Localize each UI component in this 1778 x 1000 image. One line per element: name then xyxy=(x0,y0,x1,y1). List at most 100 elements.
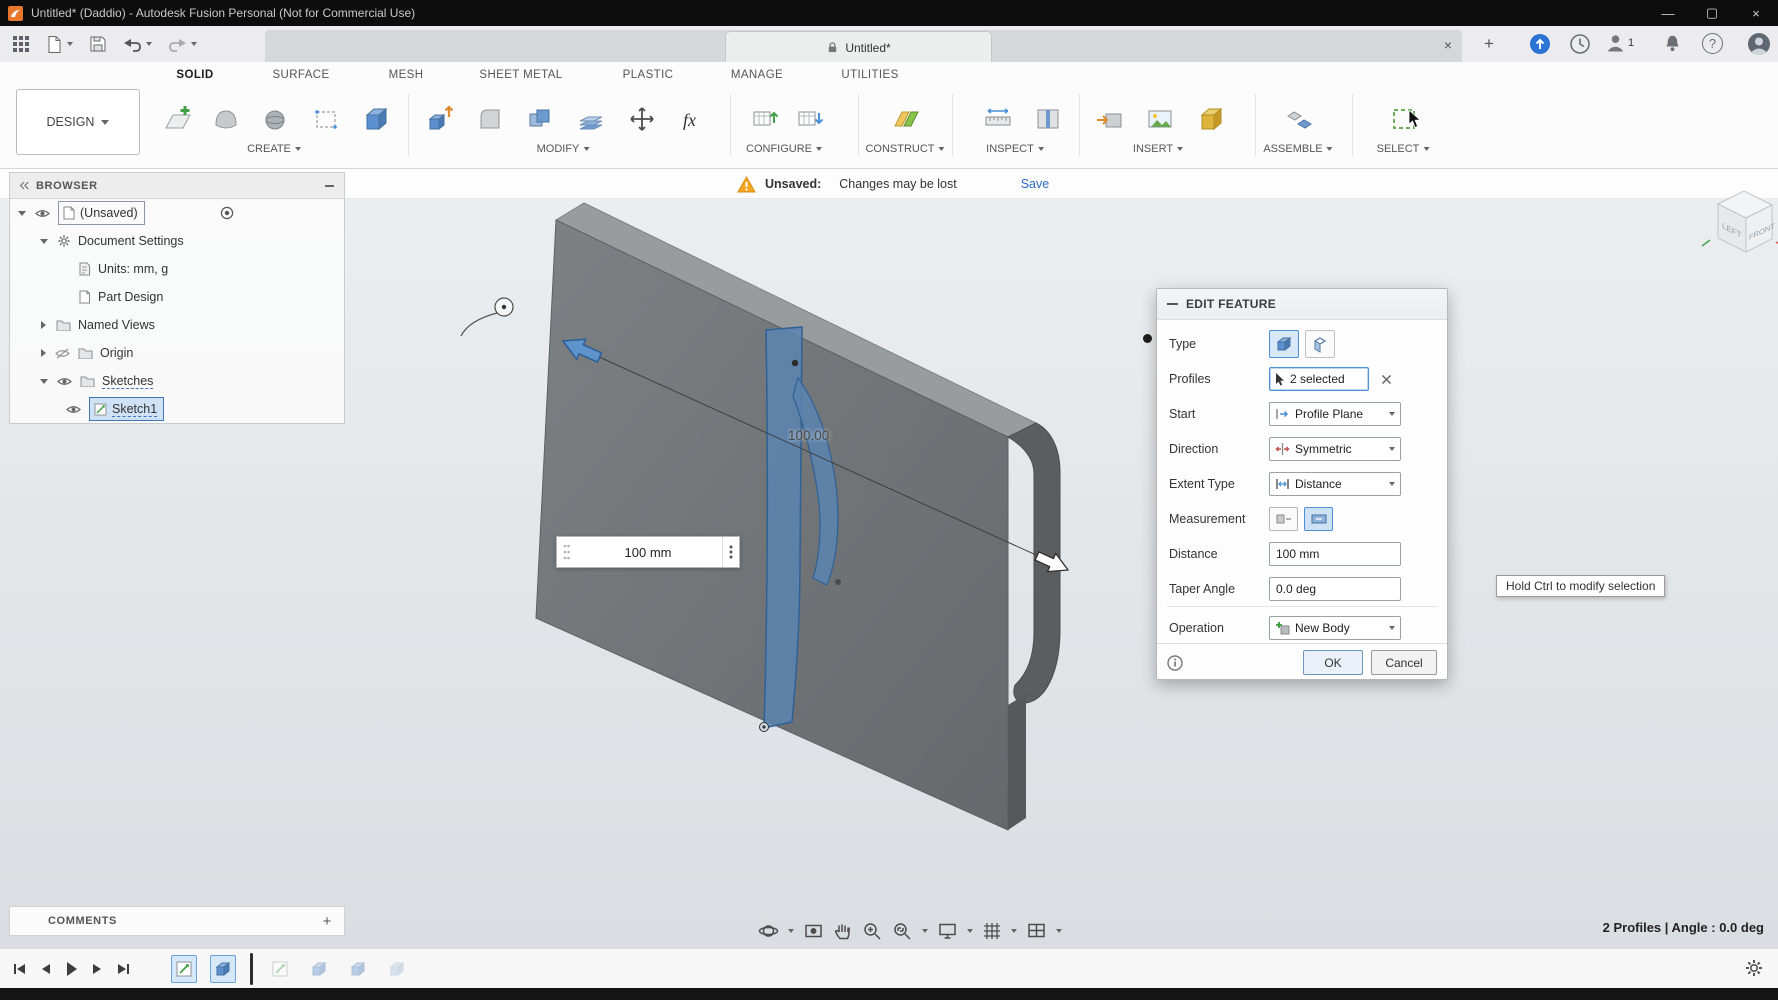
timeline-item-sketch2[interactable] xyxy=(267,955,293,983)
profiles-selection-field[interactable]: 2 selected xyxy=(1269,367,1369,391)
create-sketch-button[interactable] xyxy=(157,98,199,140)
timeline-settings-gear-icon[interactable] xyxy=(1744,958,1764,978)
browser-row-doc-settings[interactable]: Document Settings xyxy=(10,227,344,255)
maximize-button[interactable]: ▢ xyxy=(1690,0,1734,26)
visibility-eye-icon[interactable] xyxy=(57,376,72,387)
browser-row-origin[interactable]: Origin xyxy=(10,339,344,367)
drag-grip-icon[interactable] xyxy=(557,544,574,560)
ok-button[interactable]: OK xyxy=(1303,650,1363,675)
inspect-group-label[interactable]: INSPECT xyxy=(986,143,1044,155)
distance-input[interactable] xyxy=(1269,542,1401,566)
create-derive-button[interactable] xyxy=(305,98,347,140)
tab-plastic[interactable]: PLASTIC xyxy=(623,69,674,81)
configure-table-button[interactable] xyxy=(745,98,787,140)
look-at-tool-icon[interactable] xyxy=(803,921,824,941)
fit-tool-icon[interactable] xyxy=(892,921,913,942)
measurement-whole-button[interactable] xyxy=(1304,507,1333,531)
comments-bar[interactable]: COMMENTS + xyxy=(9,906,345,936)
display-settings-icon[interactable] xyxy=(937,921,958,941)
browser-row-part-design[interactable]: Part Design xyxy=(10,283,344,311)
extensions-icon[interactable] xyxy=(1569,33,1591,55)
expand-icon[interactable] xyxy=(40,239,48,244)
help-icon[interactable]: ? xyxy=(1702,33,1723,54)
tab-manage[interactable]: MANAGE xyxy=(731,69,783,81)
timeline-end-button[interactable] xyxy=(116,962,131,976)
collapse-icon[interactable] xyxy=(41,349,46,357)
construct-group-label[interactable]: CONSTRUCT xyxy=(865,143,944,155)
tab-utilities[interactable]: UTILITIES xyxy=(841,69,898,81)
document-node[interactable]: (Unsaved) xyxy=(58,201,145,225)
shell-button[interactable] xyxy=(570,98,612,140)
timeline-position-marker[interactable] xyxy=(250,953,253,985)
new-tab-button[interactable]: + xyxy=(1484,34,1494,54)
collapse-panel-icon[interactable] xyxy=(18,180,30,191)
insert-mcmaster-button[interactable] xyxy=(1190,98,1232,140)
document-tab[interactable]: Untitled* xyxy=(725,31,992,63)
visibility-eye-icon[interactable] xyxy=(66,404,81,415)
insert-derive-button[interactable] xyxy=(1089,98,1131,140)
visibility-eye-off-icon[interactable] xyxy=(55,348,70,359)
type-thin-button[interactable] xyxy=(1305,330,1335,358)
dialog-header[interactable]: EDIT FEATURE xyxy=(1157,289,1447,320)
fillet-button[interactable] xyxy=(469,98,511,140)
tab-sheet-metal[interactable]: SHEET METAL xyxy=(479,69,562,81)
timeline-play-button[interactable] xyxy=(65,961,78,977)
bell-icon[interactable] xyxy=(1663,34,1682,53)
clear-selection-icon[interactable] xyxy=(1381,374,1392,385)
direction-dropdown[interactable]: Symmetric xyxy=(1269,437,1401,461)
orbit-caret-icon[interactable] xyxy=(788,929,794,933)
assemble-group-label[interactable]: ASSEMBLE xyxy=(1263,143,1332,155)
info-icon[interactable] xyxy=(1167,655,1183,671)
extent-type-dropdown[interactable]: Distance xyxy=(1269,472,1401,496)
notifications-user-icon[interactable]: 1 xyxy=(1606,33,1634,52)
tab-solid[interactable]: SOLID xyxy=(176,69,213,81)
browser-row-sketch1[interactable]: Sketch1 xyxy=(10,395,344,423)
pan-tool-icon[interactable] xyxy=(833,921,853,941)
measurement-half-button[interactable] xyxy=(1269,507,1298,531)
select-group-label[interactable]: SELECT xyxy=(1377,143,1430,155)
minimize-panel-icon[interactable] xyxy=(325,185,334,187)
fit-caret-icon[interactable] xyxy=(922,929,928,933)
dialog-collapse-icon[interactable] xyxy=(1167,303,1178,305)
grid-settings-icon[interactable] xyxy=(982,921,1002,941)
type-solid-button[interactable] xyxy=(1269,330,1299,358)
change-parameters-button[interactable]: fx xyxy=(672,98,714,140)
operation-dropdown[interactable]: New Body xyxy=(1269,616,1401,640)
viewports-icon[interactable] xyxy=(1026,921,1047,941)
expand-icon[interactable] xyxy=(18,211,26,216)
cancel-button[interactable]: Cancel xyxy=(1371,650,1437,675)
timeline-item-extrude3[interactable] xyxy=(345,955,371,983)
timeline-begin-button[interactable] xyxy=(12,962,27,976)
add-comment-button[interactable]: + xyxy=(323,913,332,930)
save-button[interactable] xyxy=(84,26,112,62)
move-button[interactable] xyxy=(621,98,663,140)
insert-canvas-button[interactable] xyxy=(1139,98,1181,140)
create-form-button[interactable] xyxy=(205,98,247,140)
taper-angle-input[interactable] xyxy=(1269,577,1401,601)
timeline-item-extrude1[interactable] xyxy=(210,955,236,983)
visibility-eye-icon[interactable] xyxy=(35,208,50,219)
sketch1-node[interactable]: Sketch1 xyxy=(89,397,164,421)
combine-button[interactable] xyxy=(519,98,561,140)
measure-button[interactable] xyxy=(977,98,1019,140)
timeline-item-extrude4[interactable] xyxy=(384,955,410,983)
timeline-item-extrude2[interactable] xyxy=(306,955,332,983)
design-workspace-button[interactable]: DESIGN xyxy=(16,89,140,155)
zoom-tool-icon[interactable] xyxy=(862,921,883,942)
close-button[interactable]: × xyxy=(1734,0,1778,26)
distance-value-input[interactable] xyxy=(574,539,722,565)
orbit-tool-icon[interactable] xyxy=(758,921,779,941)
timeline-item-sketch1[interactable] xyxy=(171,955,197,983)
start-dropdown[interactable]: Profile Plane xyxy=(1269,402,1401,426)
insert-group-label[interactable]: INSERT xyxy=(1133,143,1183,155)
browser-row-named-views[interactable]: Named Views xyxy=(10,311,344,339)
timeline-step-forward-button[interactable] xyxy=(91,962,103,976)
save-link[interactable]: Save xyxy=(1021,177,1050,191)
viewcube[interactable]: LEFT FRONT xyxy=(1698,180,1778,272)
job-status-icon[interactable] xyxy=(1529,33,1551,55)
create-revolve-button[interactable] xyxy=(254,98,296,140)
create-box-button[interactable] xyxy=(355,98,397,140)
timeline-step-back-button[interactable] xyxy=(40,962,52,976)
press-pull-button[interactable] xyxy=(419,98,461,140)
configure-group-label[interactable]: CONFIGURE xyxy=(746,143,822,155)
